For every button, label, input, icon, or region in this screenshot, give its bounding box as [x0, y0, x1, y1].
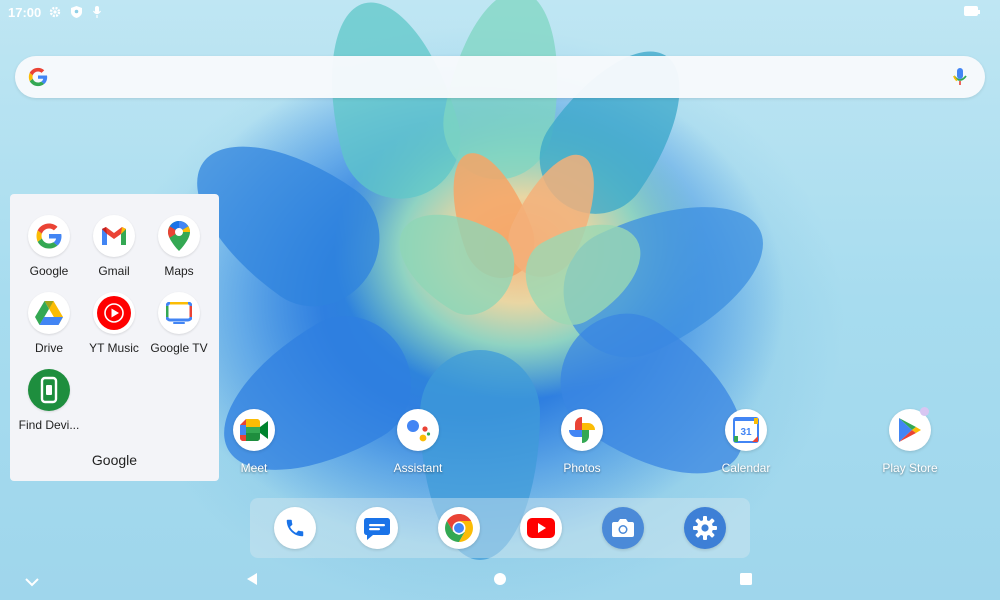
google-tv-icon[interactable]	[158, 292, 200, 334]
yt-music-icon[interactable]	[93, 292, 135, 334]
assistant-icon[interactable]	[397, 409, 439, 451]
dock	[250, 498, 750, 558]
recents-icon[interactable]	[736, 569, 756, 589]
folder-app-google[interactable]: Google	[14, 215, 84, 278]
microphone-small-icon	[91, 6, 103, 18]
app-label: Drive	[34, 341, 63, 355]
app-label: Gmail	[98, 264, 130, 278]
drive-icon[interactable]	[28, 292, 70, 334]
shield-icon	[70, 6, 82, 18]
home-icon[interactable]	[490, 569, 510, 589]
folder-app-google-tv[interactable]: Google TV	[144, 292, 214, 355]
maps-icon[interactable]	[158, 215, 200, 257]
settings-icon[interactable]	[684, 507, 726, 549]
google-folder-popup: Google Gmail Maps Drive YT Music Google …	[10, 194, 219, 481]
folder-app-yt-music[interactable]: YT Music	[79, 292, 149, 355]
find-device-icon[interactable]	[28, 369, 70, 411]
app-label: Meet	[240, 461, 268, 475]
back-icon[interactable]	[242, 569, 262, 589]
search-bar[interactable]	[15, 56, 985, 98]
folder-app-find-device[interactable]: Find Devi...	[14, 369, 84, 432]
app-label: Find Devi...	[18, 418, 80, 432]
gear-icon	[49, 6, 61, 18]
camera-icon[interactable]	[602, 507, 644, 549]
chevron-down-icon[interactable]	[22, 572, 42, 592]
app-label: Photos	[563, 461, 601, 475]
app-label: Maps	[164, 264, 194, 278]
chrome-icon[interactable]	[438, 507, 480, 549]
app-label: Calendar	[721, 461, 771, 475]
battery-icon	[964, 6, 980, 16]
photos-icon[interactable]	[561, 409, 603, 451]
mic-icon[interactable]	[949, 66, 971, 88]
home-app-assistant[interactable]: Assistant	[373, 409, 463, 475]
calendar-icon[interactable]: 31	[725, 409, 767, 451]
folder-title[interactable]: Google	[10, 452, 219, 468]
gmail-icon[interactable]	[93, 215, 135, 257]
folder-app-maps[interactable]: Maps	[144, 215, 214, 278]
youtube-icon[interactable]	[520, 507, 562, 549]
home-app-play-store[interactable]: Play Store	[865, 407, 955, 475]
app-label: Google	[29, 264, 69, 278]
meet-icon[interactable]	[233, 409, 275, 451]
google-g-icon[interactable]	[28, 215, 70, 257]
folder-app-drive[interactable]: Drive	[14, 292, 84, 355]
status-bar: 17:00	[0, 0, 1000, 24]
home-app-photos[interactable]: Photos	[537, 409, 627, 475]
phone-icon[interactable]	[274, 507, 316, 549]
messages-icon[interactable]	[356, 507, 398, 549]
google-g-icon[interactable]	[27, 66, 49, 88]
app-label: Google TV	[150, 341, 208, 355]
home-app-meet[interactable]: Meet	[209, 409, 299, 475]
status-time: 17:00	[8, 4, 42, 20]
app-label: YT Music	[89, 341, 139, 355]
notification-dot	[920, 407, 929, 416]
app-label: Play Store	[882, 461, 938, 475]
folder-app-gmail[interactable]: Gmail	[79, 215, 149, 278]
home-app-calendar[interactable]: 31 Calendar	[701, 409, 791, 475]
calendar-date: 31	[740, 427, 752, 438]
app-label: Assistant	[393, 461, 443, 475]
